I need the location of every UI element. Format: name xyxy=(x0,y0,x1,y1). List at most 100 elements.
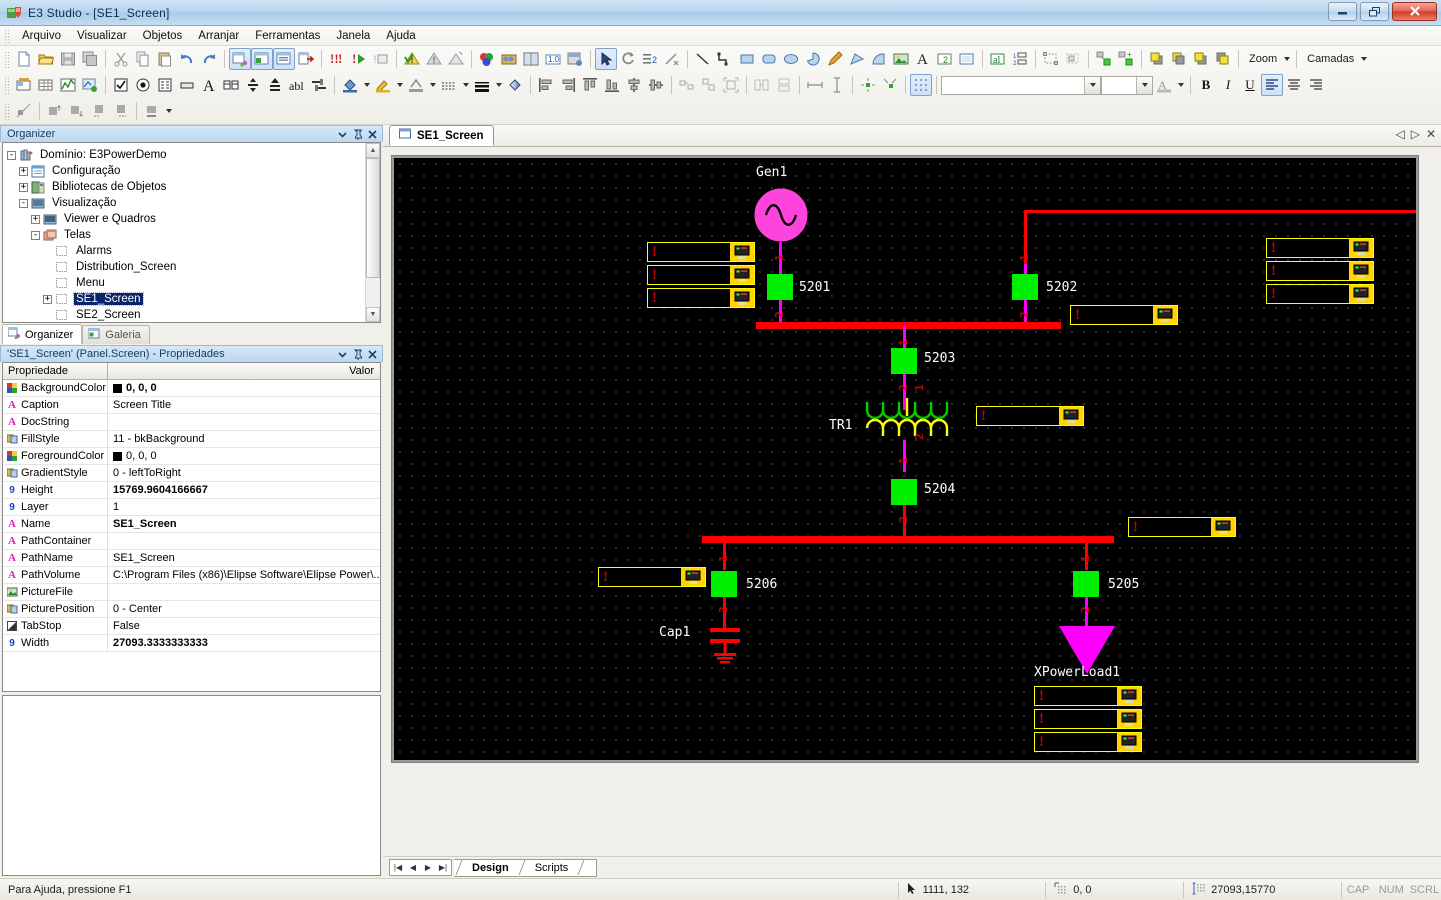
breaker-5202[interactable] xyxy=(1012,274,1038,300)
text-align-right-icon[interactable] xyxy=(1305,74,1327,96)
radio-icon[interactable] xyxy=(132,74,154,96)
busbar-2[interactable] xyxy=(702,536,1114,543)
center-vertical-icon[interactable] xyxy=(645,74,667,96)
line-color-icon[interactable] xyxy=(405,74,427,96)
tree-node[interactable]: -Telas xyxy=(7,227,363,243)
align-stack-left-icon[interactable] xyxy=(88,100,110,122)
verify-warning-icon[interactable]: ! xyxy=(401,48,423,70)
chart-icon[interactable] xyxy=(57,74,79,96)
rotate-icon[interactable] xyxy=(617,48,639,70)
tree-node[interactable]: +Viewer e Quadros xyxy=(7,211,363,227)
busbar-1[interactable] xyxy=(756,322,1061,329)
property-row[interactable]: ForegroundColor0, 0, 0 xyxy=(3,448,380,465)
version-icon[interactable]: 1.0 xyxy=(542,48,564,70)
tree-node[interactable]: -Domínio: E3PowerDemo xyxy=(7,147,363,163)
tab-galeria[interactable]: Galeria xyxy=(82,325,149,344)
snap-grid-icon[interactable] xyxy=(910,74,932,96)
tree-toggle-expand-icon[interactable]: + xyxy=(43,295,52,304)
property-value-cell[interactable]: 0 - Center xyxy=(108,603,380,615)
link-icon[interactable] xyxy=(1093,48,1115,70)
line-weight-icon[interactable] xyxy=(471,74,493,96)
alarm-banner[interactable]: ! xyxy=(1034,709,1142,729)
alarm-banner[interactable]: ! xyxy=(647,288,755,308)
pointer-icon[interactable] xyxy=(595,48,617,70)
forward-one-icon[interactable] xyxy=(1190,48,1212,70)
menu-ferramentas[interactable]: Ferramentas xyxy=(247,28,328,44)
rectangle-icon[interactable] xyxy=(736,48,758,70)
tree-node[interactable]: +SE1_Screen xyxy=(7,291,363,307)
tree-node[interactable]: +Bibliotecas de Objetos xyxy=(7,179,363,195)
ungroup-icon[interactable] xyxy=(1062,48,1084,70)
align-left-icon[interactable] xyxy=(535,74,557,96)
database-icon[interactable] xyxy=(564,48,586,70)
tree-node[interactable]: Alarms xyxy=(7,243,363,259)
property-row[interactable]: APathNameSE1_Screen xyxy=(3,550,380,567)
minimize-button[interactable] xyxy=(1328,2,1357,21)
bold-button[interactable]: B xyxy=(1195,74,1217,96)
properties-chevron-down-icon[interactable] xyxy=(335,347,350,361)
property-value-cell[interactable]: 1 xyxy=(108,501,380,513)
properties-close-icon[interactable] xyxy=(365,347,380,361)
font-color-dropdown-icon[interactable] xyxy=(1175,74,1186,96)
save-all-icon[interactable] xyxy=(79,48,101,70)
fill-color-dropdown-icon[interactable] xyxy=(361,74,372,96)
doc-close-icon[interactable]: ✕ xyxy=(1426,127,1436,141)
property-value-cell[interactable]: 11 - bkBackground xyxy=(108,433,380,445)
align-right-icon[interactable] xyxy=(557,74,579,96)
close-icon[interactable] xyxy=(365,127,380,141)
sheet-last-button[interactable]: ▶| xyxy=(436,860,450,875)
alarm-banner[interactable]: ! xyxy=(1266,238,1374,258)
property-value-cell[interactable]: C:\Program Files (x86)\Elipse Software\E… xyxy=(108,569,380,581)
font-name-dropdown-icon[interactable] xyxy=(1084,77,1100,94)
scroll-down-icon[interactable]: ▼ xyxy=(366,307,380,322)
bring-front-icon[interactable] xyxy=(1146,48,1168,70)
toolbar-grip-3[interactable] xyxy=(4,103,10,120)
tree-toggle-expand-icon[interactable]: + xyxy=(19,183,28,192)
nudge-icon[interactable] xyxy=(857,74,879,96)
eraser-icon[interactable] xyxy=(661,48,683,70)
distribute-v-icon[interactable] xyxy=(698,74,720,96)
new-document-icon[interactable] xyxy=(13,48,35,70)
sheet-tab-design[interactable]: Design xyxy=(464,859,517,876)
scrollbar-thumb[interactable] xyxy=(366,158,380,278)
maximize-button[interactable] xyxy=(1360,2,1389,21)
polyline-icon[interactable] xyxy=(714,48,736,70)
line-style-dropdown-icon[interactable] xyxy=(460,74,471,96)
screen-canvas[interactable]: Gen1 1 5201 2 xyxy=(394,158,1416,760)
layers-dropdown-icon[interactable] xyxy=(1358,48,1369,70)
tree-node[interactable]: +Configuração xyxy=(7,163,363,179)
breaker-5206[interactable] xyxy=(711,571,737,597)
rounded-rect-icon[interactable] xyxy=(758,48,780,70)
property-value-cell[interactable]: False xyxy=(108,620,380,632)
property-row[interactable]: FillStyle11 - bkBackground xyxy=(3,431,380,448)
sheet-tab-scripts[interactable]: Scripts xyxy=(527,859,577,876)
tree-toggle-expand-icon[interactable]: + xyxy=(19,167,28,176)
cut-icon[interactable] xyxy=(110,48,132,70)
alarm-banner[interactable]: ! xyxy=(647,242,755,262)
label-icon[interactable]: A xyxy=(198,74,220,96)
gradient-icon[interactable] xyxy=(504,74,526,96)
report-icon[interactable] xyxy=(13,74,35,96)
menu-arquivo[interactable]: Arquivo xyxy=(14,28,69,44)
size-width-icon[interactable] xyxy=(804,74,826,96)
hide-icon[interactable] xyxy=(13,100,35,122)
alarm-banner[interactable]: ! xyxy=(1034,732,1142,752)
library-icon[interactable] xyxy=(498,48,520,70)
layers-label[interactable]: Camadas xyxy=(1301,53,1358,65)
same-height-icon[interactable] xyxy=(773,74,795,96)
line-weight-dropdown-icon[interactable] xyxy=(493,74,504,96)
doc-prev-icon[interactable]: ◁ xyxy=(1395,127,1404,141)
run-icon[interactable]: ! xyxy=(348,48,370,70)
doc-next-icon[interactable]: ▷ xyxy=(1411,127,1420,141)
tree-toggle-collapse-icon[interactable]: - xyxy=(31,231,40,240)
tree-node[interactable]: SE2_Screen xyxy=(7,307,363,322)
alarm-banner[interactable]: ! xyxy=(976,406,1084,426)
font-size-combo[interactable] xyxy=(1101,76,1153,95)
two-state-icon[interactable]: 2 xyxy=(934,48,956,70)
redo-icon[interactable] xyxy=(198,48,220,70)
slider-icon[interactable] xyxy=(308,74,330,96)
property-row[interactable]: APathVolumeC:\Program Files (x86)\Elipse… xyxy=(3,567,380,584)
gallery-icon[interactable] xyxy=(476,48,498,70)
line-style-icon[interactable] xyxy=(438,74,460,96)
insert-frame-icon[interactable] xyxy=(273,48,295,70)
